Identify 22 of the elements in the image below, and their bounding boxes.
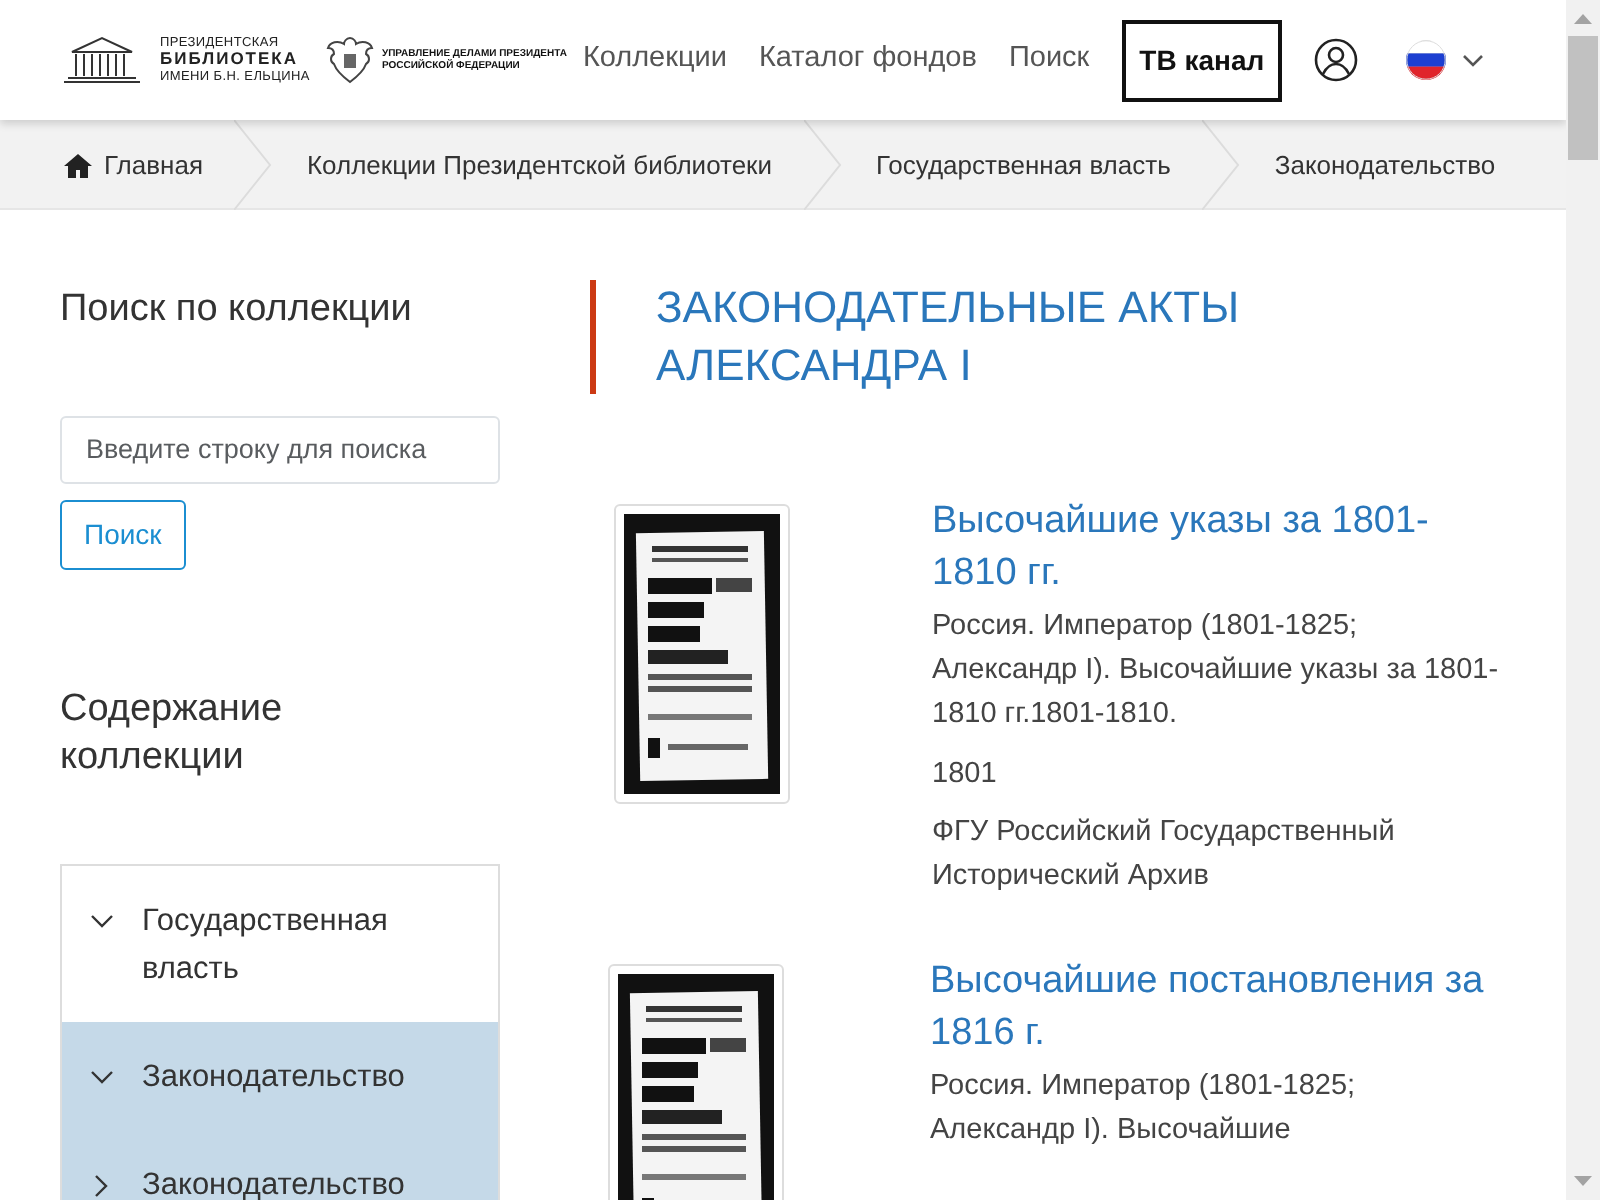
item-title-link[interactable]: Высочайшие постановления за 1816 г. <box>930 955 1500 1059</box>
section-heading: Содержание коллекции <box>60 685 285 783</box>
breadcrumb-link[interactable]: Государственная власть <box>844 120 1203 210</box>
tree-item[interactable]: Государственная власть <box>62 866 498 1023</box>
breadcrumb-link[interactable]: Главная <box>32 120 235 210</box>
page-title: ЗАКОНОДАТЕЛЬНЫЕ АКТЫ АЛЕКСАНДРА I <box>590 280 1500 395</box>
search-button[interactable]: Поиск <box>60 499 186 570</box>
item-source: ФГУ Российский Государственный Исторический Архив <box>932 814 1397 897</box>
breadcrumb-link[interactable]: Коллекции Президентской библиотеки <box>274 120 804 210</box>
tv-channel-button[interactable]: ТВ канал <box>1121 19 1283 101</box>
tree-item[interactable]: Законодательство <box>62 1022 498 1131</box>
item-title-link[interactable]: Высочайшие указы за 1801-1810 гг. <box>932 496 1500 599</box>
nav-link[interactable]: Поиск <box>1008 38 1090 82</box>
search-field[interactable]: Введите строку для поиска <box>60 415 500 484</box>
item-year: 1801 <box>932 755 999 794</box>
nav-link[interactable]: Коллекции <box>582 38 727 82</box>
item-description: Россия. Император (1801-1825; Александр I). Высочайшие <box>930 1068 1358 1150</box>
section-heading: Поиск по коллекции <box>60 286 414 334</box>
item-description: Россия. Император (1801-1825; Александр I). Высочайшие указы за 1801-1810 гг.1801-1810. <box>932 608 1500 734</box>
nav-link[interactable]: Каталог фондов <box>758 38 977 82</box>
breadcrumb-current[interactable]: Законодательство <box>1242 120 1528 210</box>
tree-item[interactable]: Законодательство <box>62 1130 498 1200</box>
